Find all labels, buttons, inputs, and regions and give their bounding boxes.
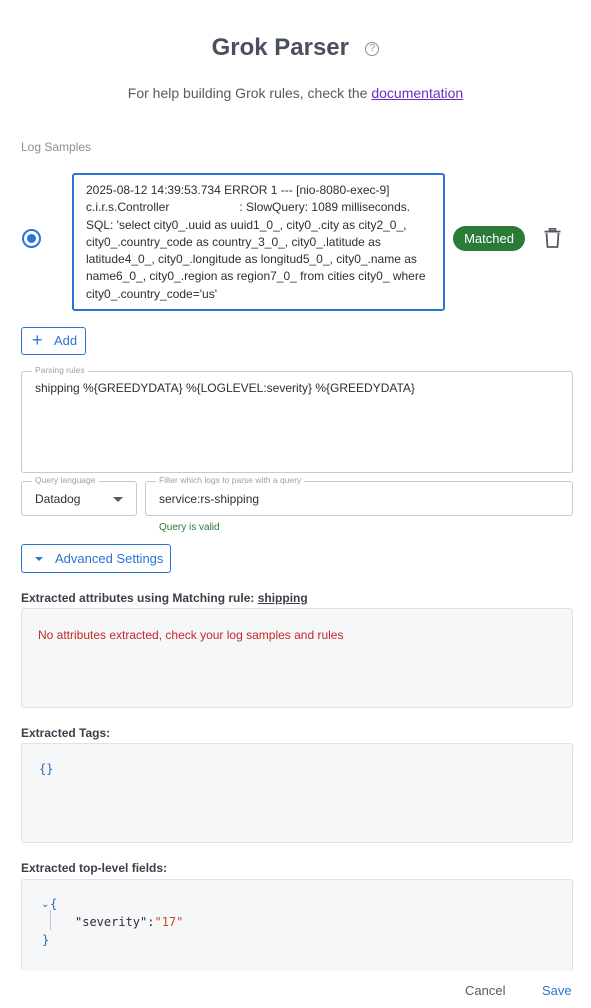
json-key: "severity" xyxy=(75,915,148,929)
parsing-rules-field[interactable]: Parsing rules shipping %{GREEDYDATA} %{L… xyxy=(21,365,573,473)
documentation-link[interactable]: documentation xyxy=(371,85,463,101)
query-language-value: Datadog xyxy=(35,492,81,506)
parsing-rules-value: shipping %{GREEDYDATA} %{LOGLEVEL:severi… xyxy=(35,381,415,395)
extracted-attributes-heading: Extracted attributes using Matching rule… xyxy=(21,591,308,605)
extracted-fields-panel: ⌄ { "severity":"17" } xyxy=(21,879,573,971)
sample-radio-button[interactable] xyxy=(22,229,41,248)
json-open-brace: { xyxy=(50,897,58,911)
log-sample-textarea[interactable]: 2025-08-12 14:39:53.734 ERROR 1 --- [nio… xyxy=(72,173,445,311)
parsing-rules-legend: Parsing rules xyxy=(32,365,88,375)
save-button[interactable]: Save xyxy=(542,983,572,998)
query-language-legend: Query language xyxy=(32,475,99,485)
extracted-tags-heading: Extracted Tags: xyxy=(21,726,111,740)
json-close-brace: } xyxy=(42,933,50,947)
json-field-severity: "severity":"17" xyxy=(75,915,183,929)
help-text: For help building Grok rules, check the … xyxy=(0,85,591,101)
caret-down-icon xyxy=(113,497,123,502)
query-filter-legend: Filter which logs to parse with a query xyxy=(156,475,305,485)
log-samples-label: Log Samples xyxy=(21,140,92,154)
query-valid-message: Query is valid xyxy=(159,522,220,533)
help-text-prefix: For help building Grok rules, check the xyxy=(127,85,372,101)
no-attributes-message: No attributes extracted, check your log … xyxy=(38,628,344,642)
extracted-tags-panel: {} xyxy=(21,743,573,843)
title-row: Grok Parser ? xyxy=(0,34,591,62)
trash-icon[interactable] xyxy=(544,228,561,248)
matched-status-badge: Matched xyxy=(453,226,525,251)
extracted-attributes-panel: No attributes extracted, check your log … xyxy=(21,608,573,708)
query-language-select[interactable]: Query language Datadog xyxy=(21,475,137,516)
json-value: "17" xyxy=(154,915,184,929)
json-indent-guide xyxy=(50,910,51,930)
matching-rule-name: shipping xyxy=(257,591,308,605)
advanced-settings-button[interactable]: Advanced Settings xyxy=(21,544,171,573)
add-sample-button[interactable]: + Add xyxy=(21,327,86,355)
collapse-chevron-icon[interactable]: ⌄ xyxy=(41,899,49,910)
query-filter-input[interactable]: Filter which logs to parse with a query … xyxy=(145,475,573,516)
add-sample-label: Add xyxy=(54,333,78,348)
caret-down-icon xyxy=(35,557,43,561)
extracted-fields-heading: Extracted top-level fields: xyxy=(21,861,168,875)
extracted-attributes-prefix: Extracted attributes using Matching rule… xyxy=(21,591,258,605)
question-circle-icon[interactable]: ? xyxy=(365,42,380,56)
cancel-button[interactable]: Cancel xyxy=(465,983,505,998)
extracted-tags-code: {} xyxy=(39,762,54,776)
query-filter-value: service:rs-shipping xyxy=(159,492,260,506)
plus-icon: + xyxy=(32,330,43,350)
page-title: Grok Parser xyxy=(211,34,349,61)
advanced-settings-label: Advanced Settings xyxy=(55,551,164,566)
